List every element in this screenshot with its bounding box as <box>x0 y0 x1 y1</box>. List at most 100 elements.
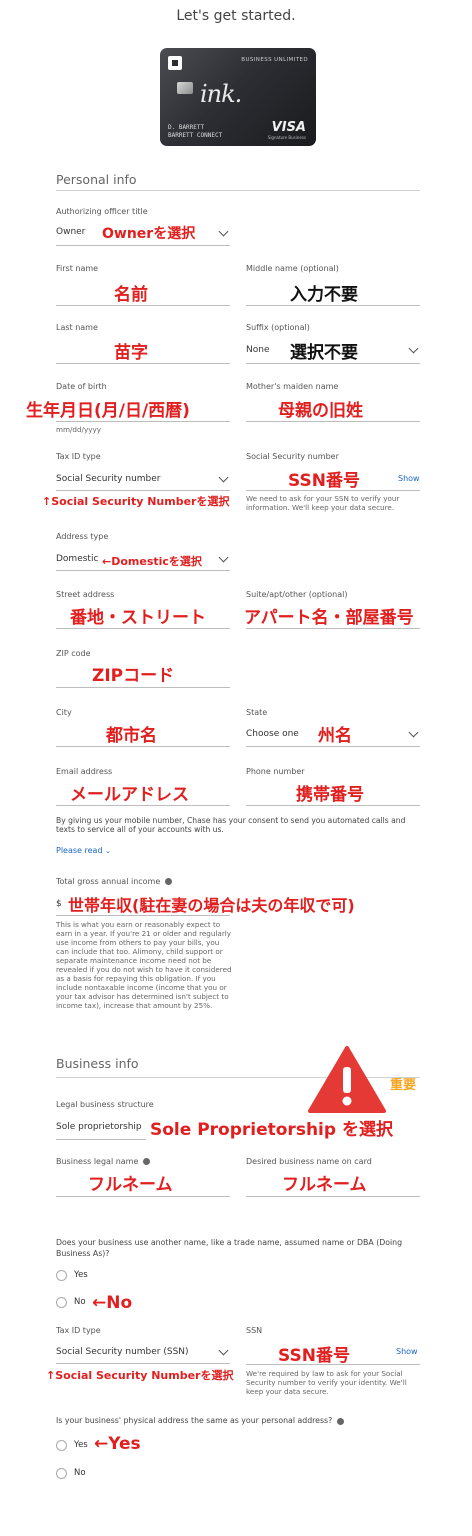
phone-input[interactable]: 携帯番号 <box>246 779 420 805</box>
business-structure-value: Sole proprietorship <box>56 1122 142 1132</box>
last-name-input[interactable]: 苗字 <box>56 336 230 363</box>
field-underline <box>56 746 230 747</box>
maiden-name-input[interactable]: 母親の旧姓 <box>246 395 420 421</box>
tax-id-type-select[interactable]: Social Security number <box>56 468 230 490</box>
annotation-same-address: ←Yes <box>94 1434 141 1454</box>
email-input[interactable]: メールアドレス <box>56 779 230 805</box>
chevron-down-icon <box>218 472 229 483</box>
field-underline <box>56 805 230 806</box>
street-input[interactable]: 番地・ストリート <box>56 602 230 628</box>
annotation-state: 州名 <box>318 726 352 746</box>
income-label-text: Total gross annual income <box>56 877 161 886</box>
tax-id-type-label: Tax ID type <box>56 452 101 461</box>
last-name-label: Last name <box>56 323 98 332</box>
warning-icon <box>308 1046 386 1113</box>
annotation-legal-name: フルネーム <box>88 1175 173 1195</box>
ssn-help-text: We need to ask for your SSN to verify yo… <box>246 494 400 512</box>
currency-prefix: $ <box>56 899 62 909</box>
field-underline <box>56 305 230 306</box>
officer-title-value: Owner <box>56 227 86 237</box>
income-input[interactable]: $ 世帯年収(駐在妻の場合は夫の年収で可) <box>56 890 466 916</box>
email-label: Email address <box>56 767 113 776</box>
section-divider <box>56 190 420 191</box>
field-underline <box>246 490 420 491</box>
business-ssn-show-link[interactable]: Show <box>396 1347 418 1356</box>
annotation-suite: アパート名・部屋番号 <box>244 608 414 628</box>
field-underline <box>246 305 420 306</box>
officer-title-label: Authorizing officer title <box>56 207 148 216</box>
state-select[interactable]: Choose one 州名 <box>246 720 420 746</box>
business-tax-id-type-select[interactable]: Social Security number (SSN) <box>56 1340 230 1362</box>
city-label: City <box>56 708 72 717</box>
mobile-consent-text: By giving us your mobile number, Chase h… <box>56 816 406 834</box>
chase-logo-icon <box>168 56 182 70</box>
card-name-line2: BARRETT CONNECT <box>168 132 223 139</box>
suffix-select[interactable]: None 選択不要 <box>246 336 420 363</box>
zip-label: ZIP code <box>56 649 91 658</box>
card-name-line1: D. BARRETT <box>168 124 205 131</box>
dob-hint: mm/dd/yyyy <box>56 425 101 434</box>
same-address-no-label: No <box>74 1468 86 1478</box>
first-name-label: First name <box>56 264 99 273</box>
suite-input[interactable]: アパート名・部屋番号 <box>242 602 420 628</box>
card-name-input[interactable]: フルネーム <box>246 1168 420 1195</box>
field-underline <box>246 421 420 422</box>
suffix-label: Suffix (optional) <box>246 323 310 332</box>
field-underline <box>56 421 230 422</box>
annotation-dba: ←No <box>92 1293 133 1313</box>
chevron-down-icon: ⌄ <box>105 847 111 855</box>
radio-button[interactable] <box>56 1440 67 1451</box>
chevron-down-icon <box>218 1345 229 1356</box>
ssn-input[interactable]: SSN番号 <box>246 464 420 491</box>
same-address-question-text: Is your business' physical address the s… <box>56 1416 333 1425</box>
business-legal-name-label-text: Business legal name <box>56 1157 139 1166</box>
chevron-down-icon <box>408 727 419 738</box>
first-name-input[interactable]: 名前 <box>56 278 230 305</box>
annotation-suffix: 選択不要 <box>290 343 358 363</box>
middle-name-input[interactable]: 入力不要 <box>246 278 420 305</box>
card-product-name: BUSINESS UNLIMITED <box>241 57 308 63</box>
annotation-street: 番地・ストリート <box>70 608 206 628</box>
dob-label: Date of birth <box>56 382 107 391</box>
annotation-business-structure: Sole Proprietorship を選択 <box>150 1120 393 1140</box>
phone-label: Phone number <box>246 767 305 776</box>
radio-button[interactable] <box>56 1468 67 1479</box>
field-underline <box>56 687 230 688</box>
annotation-business-ssn: SSN番号 <box>278 1346 350 1366</box>
business-ssn-help-text: We're required by law to ask for your So… <box>246 1369 407 1396</box>
info-icon[interactable] <box>336 1417 344 1425</box>
business-ssn-input[interactable]: SSN番号 <box>246 1338 420 1366</box>
radio-button[interactable] <box>56 1297 67 1308</box>
field-underline <box>56 1196 230 1197</box>
field-underline <box>246 1196 420 1197</box>
card-chip-icon <box>177 82 193 94</box>
business-structure-select[interactable]: Sole proprietorship Sole Proprietorship … <box>56 1115 466 1140</box>
annotation-dob: 生年月日(月/日/西暦) <box>26 401 190 421</box>
radio-button[interactable] <box>56 1270 67 1281</box>
annotation-business-tax-id-type: ↑Social Security Numberを選択 <box>46 1369 234 1382</box>
suffix-value: None <box>246 345 270 355</box>
address-type-label: Address type <box>56 532 109 541</box>
tax-id-type-value: Social Security number <box>56 474 161 484</box>
info-icon[interactable] <box>164 878 172 885</box>
section-heading-business: Business info <box>56 1056 139 1071</box>
field-underline <box>56 363 230 364</box>
card-brand-script: ink. <box>200 80 242 108</box>
annotation-income: 世帯年収(駐在妻の場合は夫の年収で可) <box>68 896 355 915</box>
info-icon[interactable] <box>142 1158 150 1165</box>
address-type-select[interactable]: Domestic ←Domesticを選択 <box>56 548 230 570</box>
middle-name-label: Middle name (optional) <box>246 264 339 273</box>
dob-input[interactable]: 生年月日(月/日/西暦) <box>24 395 230 421</box>
please-read-link[interactable]: Please read ⌄ <box>56 846 111 855</box>
ssn-show-link[interactable]: Show <box>398 474 420 483</box>
important-label: 重要 <box>390 1078 417 1093</box>
field-underline <box>56 1363 230 1364</box>
business-legal-name-input[interactable]: フルネーム <box>56 1168 230 1195</box>
city-input[interactable]: 都市名 <box>56 720 230 746</box>
chevron-down-icon <box>218 552 229 563</box>
zip-input[interactable]: ZIPコード <box>56 660 230 686</box>
income-label: Total gross annual income <box>56 877 172 886</box>
maiden-name-label: Mother's maiden name <box>246 382 339 391</box>
field-underline <box>56 915 230 916</box>
officer-title-select[interactable]: Owner Ownerを選択 <box>56 222 230 244</box>
